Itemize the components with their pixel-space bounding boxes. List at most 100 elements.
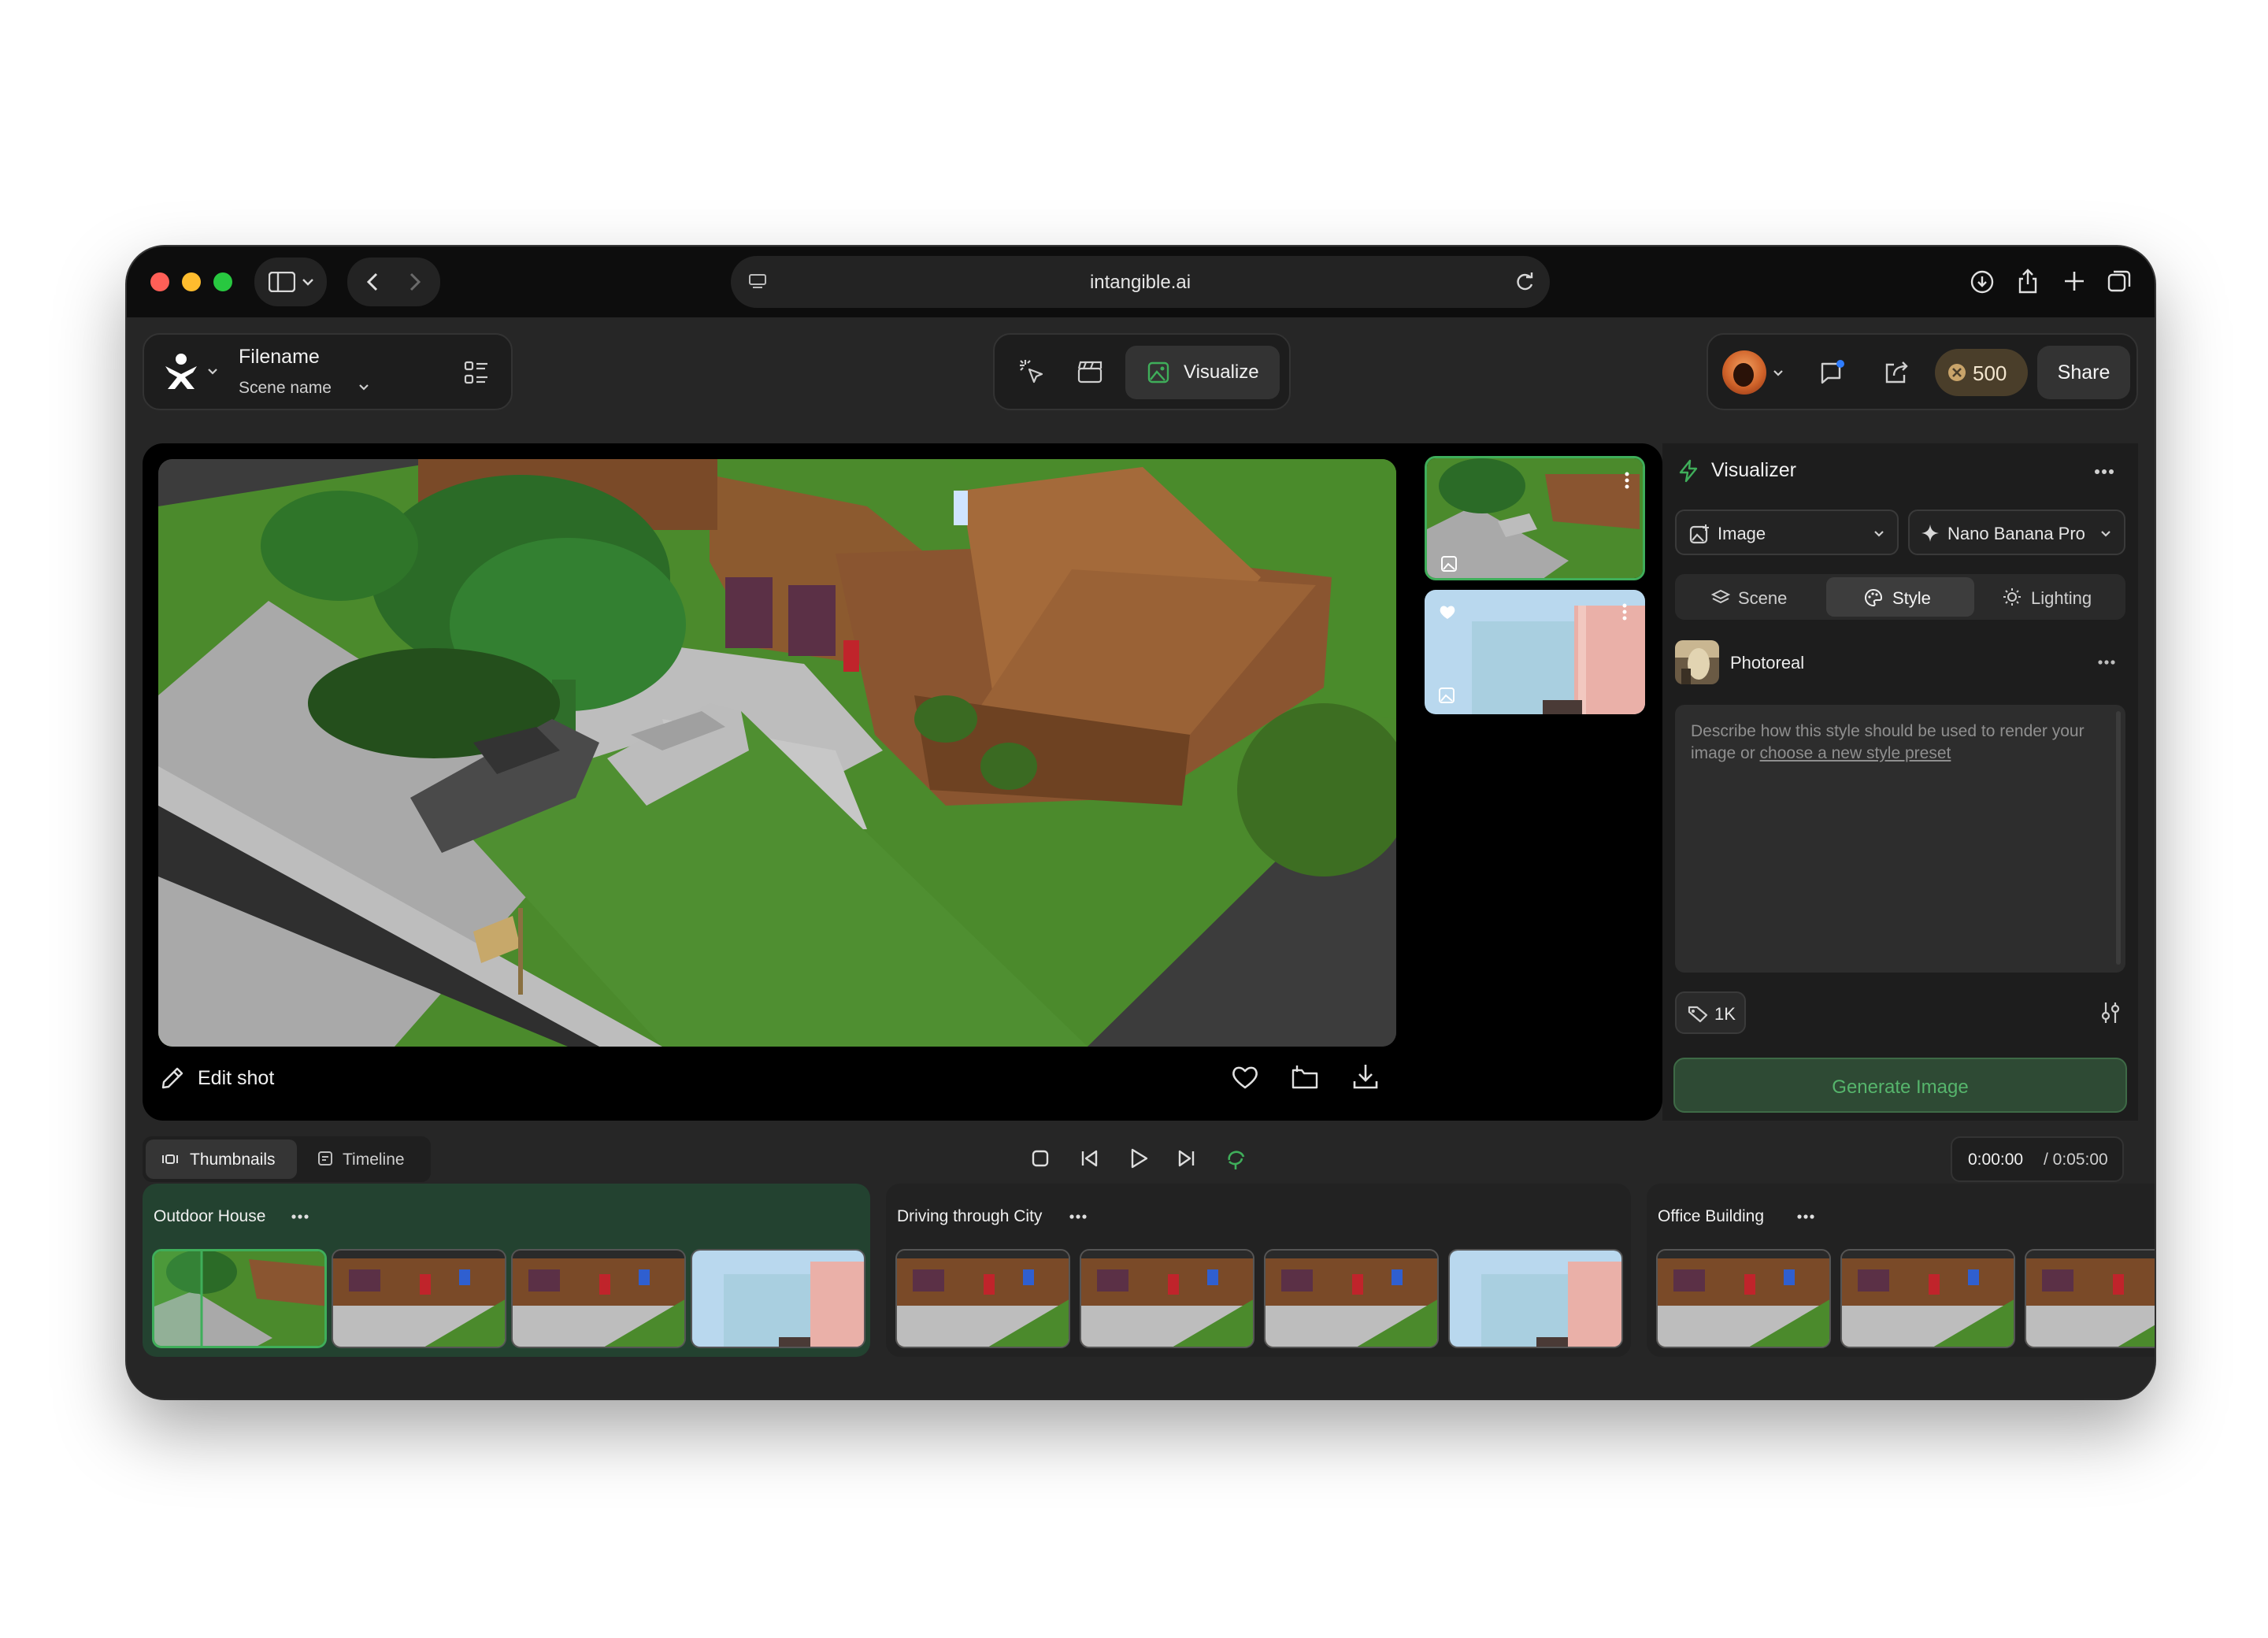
url-text: intangible.ai (1089, 272, 1191, 293)
app-logo-icon[interactable] (163, 352, 199, 391)
tab-scene[interactable]: Scene (1675, 574, 1823, 620)
shot-thumbnail[interactable] (332, 1249, 506, 1348)
comment-icon[interactable] (1818, 358, 1847, 387)
minimize-window-button[interactable] (182, 272, 201, 291)
pencil-icon[interactable] (160, 1065, 185, 1091)
palette-icon (1865, 588, 1883, 607)
shot-thumbnail-image (154, 1251, 324, 1346)
prompt-placeholder: Describe how this style should be used t… (1691, 721, 2108, 765)
forward-icon[interactable] (407, 272, 423, 292)
time-display: 0:00:00 / 0:05:00 (1951, 1136, 2124, 1182)
resolution-select[interactable]: 1K (1675, 991, 1746, 1034)
more-vertical-icon[interactable] (1624, 471, 1630, 490)
loop-icon[interactable] (1225, 1147, 1247, 1171)
maximize-window-button[interactable] (213, 272, 232, 291)
tab-lighting[interactable]: Lighting (1977, 574, 2125, 620)
heart-icon[interactable] (1231, 1064, 1259, 1091)
style-preset-thumbnail[interactable] (1675, 640, 1719, 684)
more-horizontal-icon[interactable] (1796, 1214, 1815, 1220)
visualizer-tabs: Scene Style Lighting (1675, 574, 2125, 620)
style-prompt-input[interactable]: Describe how this style should be used t… (1675, 705, 2125, 973)
mode-switcher: Visualize (993, 333, 1291, 410)
output-type-value: Image (1718, 524, 1766, 543)
scene-strip-driving-through-city[interactable]: Driving through City (886, 1184, 1631, 1357)
more-horizontal-icon[interactable] (2097, 659, 2116, 665)
avatar[interactable] (1722, 350, 1766, 395)
shot-thumbnail[interactable] (2025, 1249, 2155, 1348)
more-horizontal-icon[interactable] (291, 1214, 309, 1220)
more-horizontal-icon[interactable] (2094, 469, 2114, 475)
sidebar-toggle-button[interactable] (254, 258, 327, 306)
render-thumbnail[interactable] (1425, 456, 1645, 580)
shot-thumbnail[interactable] (511, 1249, 686, 1348)
tab-timeline[interactable]: Timeline (300, 1140, 428, 1179)
tag-icon (1688, 1006, 1708, 1023)
share-button[interactable]: Share (2037, 346, 2130, 399)
scene-strip-office-building[interactable]: Office Building (1647, 1184, 2155, 1357)
tab-thumbnails-label: Thumbnails (190, 1151, 276, 1169)
credits-badge[interactable]: 500 (1935, 349, 2028, 396)
style-preset-name[interactable]: Photoreal (1730, 653, 1804, 673)
shot-thumbnail[interactable] (1080, 1249, 1254, 1348)
generate-image-button[interactable]: Generate Image (1673, 1058, 2127, 1113)
viewport-render[interactable] (158, 459, 1396, 1047)
share-label: Share (2057, 361, 2110, 384)
back-icon[interactable] (365, 272, 380, 292)
scene-name[interactable]: Scene name (239, 379, 332, 398)
shot-thumbnail-image (897, 1251, 1069, 1347)
choose-style-preset-link[interactable]: choose a new style preset (1760, 744, 1951, 762)
shot-thumbnail-image (2026, 1251, 2155, 1347)
tab-thumbnails[interactable]: Thumbnails (146, 1140, 297, 1179)
outline-list-icon[interactable] (464, 360, 489, 385)
tab-style[interactable]: Style (1826, 577, 1974, 617)
shot-thumbnail[interactable] (1840, 1249, 2015, 1348)
add-to-folder-icon[interactable] (1291, 1064, 1319, 1091)
close-window-button[interactable] (150, 272, 169, 291)
share-page-icon[interactable] (2017, 268, 2039, 295)
tab-overview-icon[interactable] (2107, 269, 2132, 294)
account-panel: 500 Share (1707, 333, 2138, 410)
shot-thumbnail[interactable] (1448, 1249, 1623, 1348)
chevron-down-icon[interactable] (207, 368, 218, 376)
select-cursor-icon[interactable] (1018, 358, 1047, 387)
download-icon[interactable] (1970, 269, 1995, 295)
shot-thumbnail[interactable] (895, 1249, 1070, 1348)
address-bar[interactable]: intangible.ai (731, 256, 1550, 308)
current-time: 0:00:00 (1968, 1151, 2024, 1169)
new-tab-icon[interactable] (2062, 269, 2086, 293)
stop-icon[interactable] (1031, 1149, 1050, 1168)
filename[interactable]: Filename (239, 346, 320, 369)
reload-icon[interactable] (1515, 272, 1536, 292)
more-vertical-icon[interactable] (1621, 602, 1628, 621)
shot-thumbnail-image (333, 1251, 505, 1347)
shot-thumbnail[interactable] (1264, 1249, 1439, 1348)
output-type-select[interactable]: Image (1675, 510, 1899, 555)
more-horizontal-icon[interactable] (1069, 1214, 1088, 1220)
sparkle-icon (1922, 524, 1939, 542)
image-icon (1441, 556, 1457, 572)
chevron-down-icon[interactable] (1773, 369, 1784, 377)
play-icon[interactable] (1128, 1147, 1149, 1169)
render-thumbnail[interactable] (1425, 590, 1645, 714)
shot-thumbnail[interactable] (152, 1249, 327, 1348)
skip-forward-icon[interactable] (1177, 1149, 1196, 1168)
settings-sliders-icon[interactable] (2100, 1001, 2121, 1025)
export-icon[interactable] (1883, 358, 1911, 387)
render-thumbnail-image (1425, 590, 1645, 714)
clapperboard-icon[interactable] (1077, 359, 1103, 384)
visualize-mode-button[interactable]: Visualize (1125, 346, 1280, 399)
shot-thumbnail[interactable] (691, 1249, 865, 1348)
thumbnails-icon (162, 1154, 178, 1164)
skip-back-icon[interactable] (1080, 1149, 1099, 1168)
prompt-scrollbar[interactable] (2116, 711, 2121, 965)
download-icon[interactable] (1352, 1062, 1379, 1091)
scene-strip-outdoor-house[interactable]: Outdoor House (143, 1184, 870, 1357)
model-select[interactable]: Nano Banana Pro (1908, 510, 2125, 555)
sun-icon (2003, 588, 2021, 606)
edit-shot-button[interactable]: Edit shot (198, 1067, 274, 1090)
viewer-panel: Edit shot (143, 443, 1662, 1121)
chevron-down-icon[interactable] (358, 384, 369, 391)
browser-window: intangible.ai Filename Scene name Visual… (127, 246, 2155, 1399)
shot-thumbnail[interactable] (1656, 1249, 1831, 1348)
heart-filled-icon[interactable] (1439, 604, 1456, 620)
